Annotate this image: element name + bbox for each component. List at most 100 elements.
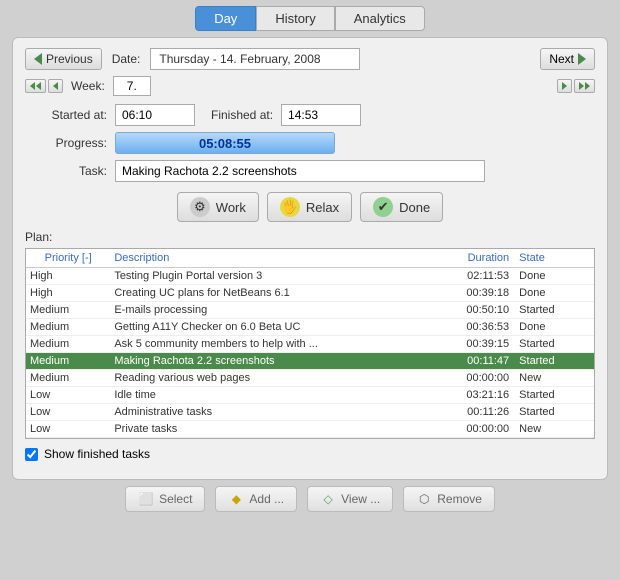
task-label: Task: bbox=[25, 164, 115, 178]
cell-state: Started bbox=[515, 387, 582, 404]
cell-state: Started bbox=[515, 404, 582, 421]
cell-description: Private tasks bbox=[110, 421, 434, 438]
cell-priority: Medium bbox=[26, 336, 110, 353]
table-row[interactable]: MediumReading various web pages00:00:00N… bbox=[26, 370, 594, 387]
date-nav-row: Previous Date: Next bbox=[25, 48, 595, 70]
week-back-far-button[interactable] bbox=[25, 79, 46, 93]
main-panel: Previous Date: Next Week: bbox=[12, 37, 608, 480]
cell-priority: High bbox=[26, 285, 110, 302]
cell-duration: 03:21:16 bbox=[434, 387, 515, 404]
relax-button[interactable]: 🖐 Relax bbox=[267, 192, 352, 222]
cell-duration: 00:39:15 bbox=[434, 336, 515, 353]
cell-duration: 00:11:26 bbox=[434, 404, 515, 421]
left-icon bbox=[53, 82, 58, 90]
col-desc-header[interactable]: Description bbox=[110, 249, 434, 268]
cell-description: Testing Plugin Portal version 3 bbox=[110, 268, 434, 285]
remove-label: Remove bbox=[437, 492, 482, 506]
cell-state: Started bbox=[515, 353, 582, 370]
next-label: Next bbox=[549, 52, 574, 66]
done-button[interactable]: ✔ Done bbox=[360, 192, 443, 222]
cell-priority: Medium bbox=[26, 370, 110, 387]
week-back-button[interactable] bbox=[48, 79, 63, 93]
progress-bar: 05:08:55 bbox=[115, 132, 335, 154]
col-icon-header bbox=[582, 249, 594, 268]
previous-button[interactable]: Previous bbox=[25, 48, 102, 70]
previous-label: Previous bbox=[46, 52, 93, 66]
cell-description: Ask 5 community members to help with ... bbox=[110, 336, 434, 353]
task-input[interactable] bbox=[115, 160, 485, 182]
cell-duration: 00:00:00 bbox=[434, 421, 515, 438]
cell-priority: Medium bbox=[26, 319, 110, 336]
cell-icon bbox=[582, 268, 594, 285]
next-button[interactable]: Next bbox=[540, 48, 595, 70]
col-priority-header[interactable]: Priority [-] bbox=[26, 249, 110, 268]
add-label: Add ... bbox=[249, 492, 284, 506]
cell-duration: 02:11:53 bbox=[434, 268, 515, 285]
table-row[interactable]: MediumE-mails processing00:50:10Started bbox=[26, 302, 594, 319]
week-input[interactable] bbox=[113, 76, 151, 96]
show-finished-row: Show finished tasks bbox=[25, 447, 595, 461]
cell-icon bbox=[582, 285, 594, 302]
work-icon: ⚙ bbox=[190, 197, 210, 217]
table-row[interactable]: HighTesting Plugin Portal version 302:11… bbox=[26, 268, 594, 285]
cell-icon bbox=[582, 353, 594, 370]
show-finished-label: Show finished tasks bbox=[44, 447, 150, 461]
table-row[interactable]: LowPrivate tasks00:00:00New bbox=[26, 421, 594, 438]
cell-priority: High bbox=[26, 268, 110, 285]
tab-day[interactable]: Day bbox=[195, 6, 256, 31]
week-fwd-far-button[interactable] bbox=[574, 79, 595, 93]
cell-priority: Low bbox=[26, 421, 110, 438]
cell-icon bbox=[582, 404, 594, 421]
table-row[interactable]: MediumMaking Rachota 2.2 screenshots00:1… bbox=[26, 353, 594, 370]
cell-icon bbox=[582, 319, 594, 336]
week-label: Week: bbox=[71, 79, 105, 93]
cell-description: Reading various web pages bbox=[110, 370, 434, 387]
show-finished-checkbox[interactable] bbox=[25, 448, 38, 461]
table-row[interactable]: LowAdministrative tasks00:11:26Started bbox=[26, 404, 594, 421]
tab-bar: Day History Analytics bbox=[0, 0, 620, 31]
table-row[interactable]: LowIdle time03:21:16Started bbox=[26, 387, 594, 404]
cell-duration: 00:00:00 bbox=[434, 370, 515, 387]
table-row[interactable]: HighCreating UC plans for NetBeans 6.100… bbox=[26, 285, 594, 302]
cell-state: Started bbox=[515, 302, 582, 319]
cell-icon bbox=[582, 387, 594, 404]
date-input[interactable] bbox=[150, 48, 360, 70]
work-button[interactable]: ⚙ Work bbox=[177, 192, 259, 222]
double-right-icon bbox=[579, 82, 590, 90]
task-row: Task: bbox=[25, 160, 595, 182]
table-row[interactable]: MediumAsk 5 community members to help wi… bbox=[26, 336, 594, 353]
col-state-header[interactable]: State bbox=[515, 249, 582, 268]
action-buttons: ⚙ Work 🖐 Relax ✔ Done bbox=[25, 192, 595, 222]
cell-description: Making Rachota 2.2 screenshots bbox=[110, 353, 434, 370]
view-label: View ... bbox=[341, 492, 380, 506]
cell-icon bbox=[582, 302, 594, 319]
view-button[interactable]: ◇ View ... bbox=[307, 486, 393, 512]
table-row[interactable]: MediumGetting A11Y Checker on 6.0 Beta U… bbox=[26, 319, 594, 336]
progress-value: 05:08:55 bbox=[199, 136, 251, 151]
work-label: Work bbox=[216, 200, 246, 215]
cell-description: Getting A11Y Checker on 6.0 Beta UC bbox=[110, 319, 434, 336]
select-button[interactable]: ⬜ Select bbox=[125, 486, 205, 512]
cell-duration: 00:39:18 bbox=[434, 285, 515, 302]
add-button[interactable]: ◆ Add ... bbox=[215, 486, 297, 512]
cell-priority: Low bbox=[26, 387, 110, 404]
progress-label: Progress: bbox=[25, 136, 115, 150]
cell-duration: 00:36:53 bbox=[434, 319, 515, 336]
col-dur-header[interactable]: Duration bbox=[434, 249, 515, 268]
week-fwd-button[interactable] bbox=[557, 79, 572, 93]
tab-history[interactable]: History bbox=[256, 6, 334, 31]
finished-input[interactable] bbox=[281, 104, 361, 126]
cell-icon bbox=[582, 336, 594, 353]
started-input[interactable] bbox=[115, 104, 195, 126]
cell-icon bbox=[582, 421, 594, 438]
tab-analytics[interactable]: Analytics bbox=[335, 6, 425, 31]
select-icon: ⬜ bbox=[138, 491, 154, 507]
done-label: Done bbox=[399, 200, 430, 215]
time-row: Started at: Finished at: bbox=[25, 104, 595, 126]
cell-duration: 00:50:10 bbox=[434, 302, 515, 319]
arrow-right-icon bbox=[578, 53, 586, 65]
cell-state: New bbox=[515, 421, 582, 438]
select-label: Select bbox=[159, 492, 192, 506]
cell-state: Done bbox=[515, 285, 582, 302]
remove-button[interactable]: ⬡ Remove bbox=[403, 486, 495, 512]
